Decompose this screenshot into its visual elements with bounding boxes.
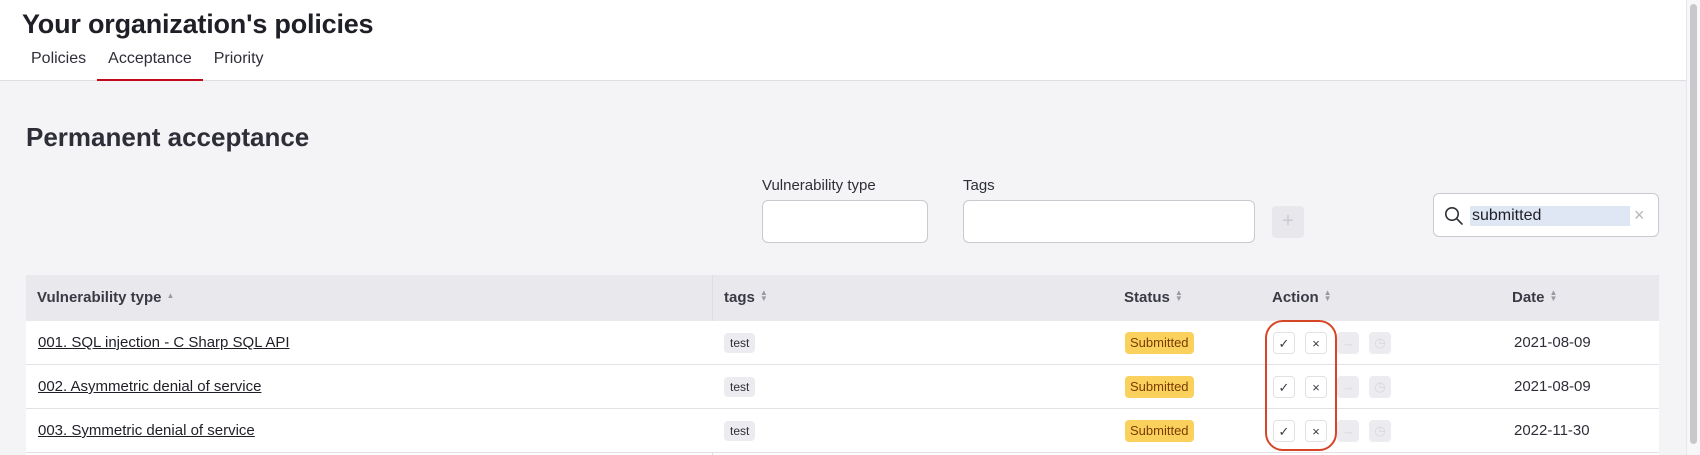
tag-pill: test <box>724 377 756 398</box>
status-badge: Submitted <box>1125 420 1194 443</box>
vulnerability-link[interactable]: 001. SQL injection - C Sharp SQL API <box>38 334 290 351</box>
date-cell: 2021-08-09 <box>1514 334 1591 351</box>
tab-priority[interactable]: Priority <box>203 44 275 81</box>
date-cell: 2022-11-30 <box>1514 422 1590 439</box>
add-filter-button[interactable]: + <box>1272 206 1304 238</box>
tags-filter-input[interactable] <box>963 200 1255 243</box>
tab-policies[interactable]: Policies <box>20 44 97 81</box>
vulnerability-link[interactable]: 002. Asymmetric denial of service <box>38 378 261 395</box>
edit-icon: → <box>1337 420 1359 442</box>
clear-search-icon[interactable]: × <box>1634 205 1645 226</box>
tags-filter-label: Tags <box>963 177 995 194</box>
status-badge: Submitted <box>1125 332 1194 355</box>
tag-pill: test <box>724 333 756 354</box>
search-box[interactable]: submitted × <box>1433 193 1659 237</box>
vulnerability-link[interactable]: 003. Symmetric denial of service <box>38 422 255 439</box>
sort-icon: ▲ ▼ <box>759 288 768 304</box>
main-content: Permanent acceptance Vulnerability type … <box>0 81 1686 455</box>
page-header: Your organization's policies Policies Ac… <box>0 0 1686 82</box>
approve-button[interactable]: ✓ <box>1273 420 1295 442</box>
table-row: 001. SQL injection - C Sharp SQL API tes… <box>26 321 1659 365</box>
edit-icon: → <box>1337 376 1359 398</box>
history-icon: ◷ <box>1369 332 1391 354</box>
history-icon: ◷ <box>1369 420 1391 442</box>
edit-icon: → <box>1337 332 1359 354</box>
vulnerability-type-filter-input[interactable] <box>762 200 928 243</box>
page-title: Your organization's policies <box>22 9 374 39</box>
table-header: Vulnerability type ▲ tags ▲ ▼ Status ▲ ▼ Acti… <box>26 275 1659 321</box>
sort-ascending-icon: ▲ <box>166 291 175 301</box>
approve-button[interactable]: ✓ <box>1273 376 1295 398</box>
column-header-date[interactable]: Date ▲ ▼ <box>1501 275 1659 321</box>
search-input[interactable]: submitted <box>1470 206 1630 226</box>
vertical-scrollbar[interactable] <box>1686 0 1700 455</box>
date-cell: 2021-08-09 <box>1514 378 1591 395</box>
sort-icon: ▲ ▼ <box>1549 288 1558 304</box>
column-header-tags[interactable]: tags ▲ ▼ <box>713 275 1113 321</box>
reject-button[interactable]: × <box>1305 376 1327 398</box>
history-icon: ◷ <box>1369 376 1391 398</box>
column-header-vulnerability-type[interactable]: Vulnerability type ▲ <box>26 275 712 321</box>
section-title: Permanent acceptance <box>26 122 310 152</box>
acceptance-table: Vulnerability type ▲ tags ▲ ▼ Status ▲ ▼ Acti… <box>26 275 1659 455</box>
column-header-status[interactable]: Status ▲ ▼ <box>1113 275 1261 321</box>
scrollbar-thumb[interactable] <box>1690 4 1697 444</box>
table-row: 002. Asymmetric denial of service test S… <box>26 365 1659 409</box>
table-row: 003. Symmetric denial of service test Su… <box>26 409 1659 453</box>
tab-acceptance[interactable]: Acceptance <box>97 44 203 82</box>
sort-icon: ▲ ▼ <box>1323 288 1332 304</box>
reject-button[interactable]: × <box>1305 420 1327 442</box>
column-header-action[interactable]: Action ▲ ▼ <box>1261 275 1501 321</box>
tag-pill: test <box>724 421 756 442</box>
status-badge: Submitted <box>1125 376 1194 399</box>
approve-button[interactable]: ✓ <box>1273 332 1295 354</box>
sort-icon: ▲ ▼ <box>1174 288 1183 304</box>
reject-button[interactable]: × <box>1305 332 1327 354</box>
search-icon <box>1445 207 1463 225</box>
vulnerability-type-filter-label: Vulnerability type <box>762 177 876 194</box>
policy-tabs: Policies Acceptance Priority <box>20 44 275 82</box>
